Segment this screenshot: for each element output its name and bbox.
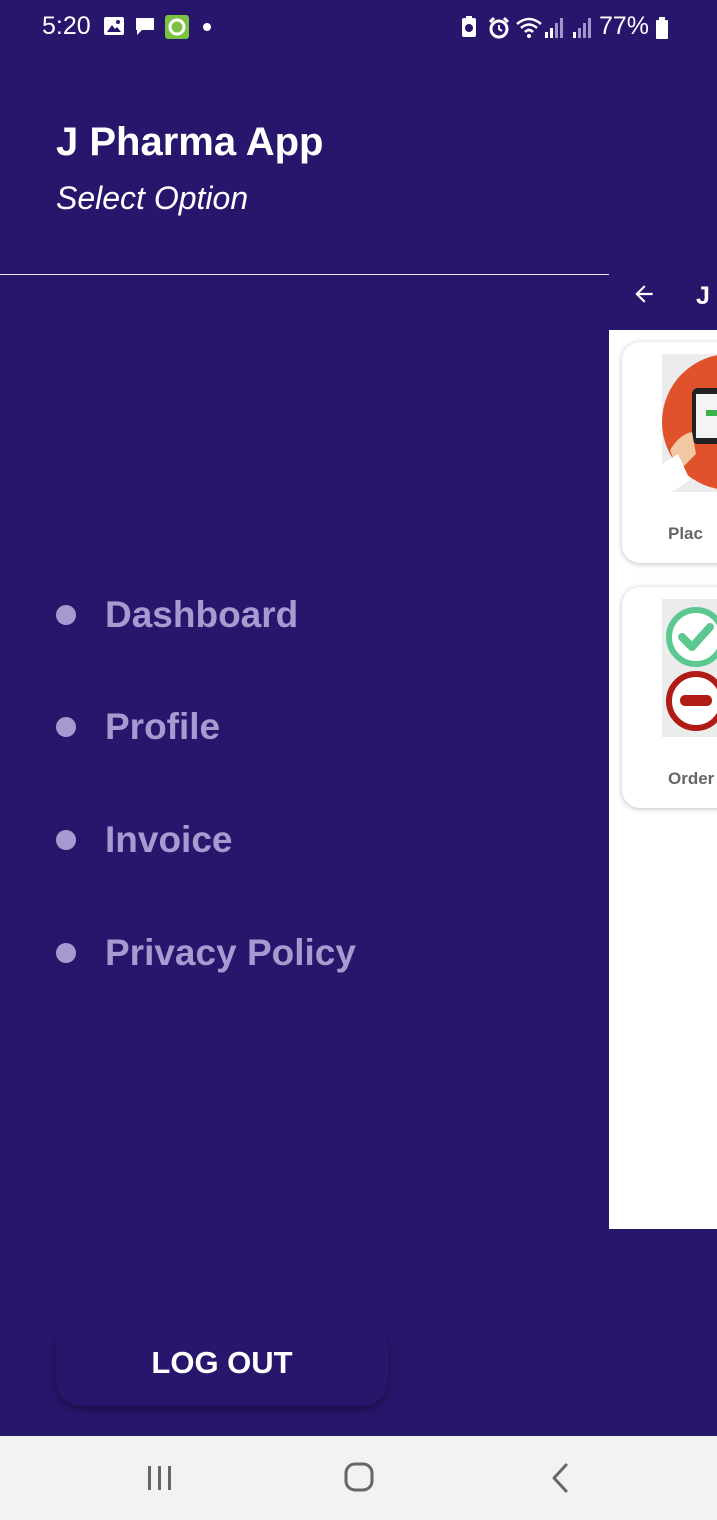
- app-content: Plac Order: [609, 330, 717, 1229]
- gallery-icon: [103, 15, 125, 37]
- signal-icon-2: [571, 16, 593, 38]
- order-status-card[interactable]: Order: [622, 587, 717, 808]
- bullet-icon: [56, 717, 76, 737]
- back-icon[interactable]: [540, 1460, 580, 1496]
- menu-item-profile[interactable]: Profile: [56, 697, 220, 757]
- notification-icons: [103, 15, 218, 39]
- signal-icon: [543, 16, 565, 38]
- menu-item-invoice[interactable]: Invoice: [56, 810, 233, 870]
- menu-item-label: Dashboard: [105, 594, 299, 635]
- bullet-icon: [56, 943, 76, 963]
- battery-percentage: 77%: [598, 12, 649, 40]
- dot-icon: [196, 15, 218, 37]
- drawer-title: J Pharma App: [56, 120, 324, 164]
- menu-item-dashboard[interactable]: Dashboard: [56, 585, 298, 645]
- app-toolbar: J: [609, 264, 717, 330]
- battery-saver-icon: [459, 15, 481, 38]
- drawer-subtitle: Select Option: [56, 180, 249, 216]
- screen: J Plac Order J Pharma App Select Option …: [0, 0, 717, 1520]
- system-nav-bar: [0, 1436, 717, 1520]
- message-icon: [134, 15, 156, 37]
- order-status-label: Order: [668, 769, 715, 788]
- wifi-icon: [515, 16, 542, 38]
- app-title: J: [696, 282, 710, 310]
- bullet-icon: [56, 830, 76, 850]
- arrow-left-icon[interactable]: [631, 281, 657, 314]
- navigation-drawer: J Pharma App Select Option Dashboard Pro…: [0, 0, 609, 1436]
- bullet-icon: [56, 605, 76, 625]
- battery-icon: [655, 16, 677, 39]
- menu-item-label: Invoice: [105, 819, 233, 860]
- menu-item-privacy-policy[interactable]: Privacy Policy: [56, 923, 356, 983]
- logout-button[interactable]: LOG OUT: [56, 1320, 388, 1406]
- recent-apps-icon[interactable]: [140, 1460, 180, 1496]
- alarm-icon: [487, 16, 510, 38]
- phone-order-icon: [662, 354, 717, 492]
- status-time: 5:20: [42, 12, 91, 40]
- place-order-card[interactable]: Plac: [622, 342, 717, 563]
- status-right-icons: 77%: [459, 12, 677, 41]
- menu-item-label: Privacy Policy: [105, 932, 356, 973]
- menu-item-label: Profile: [105, 706, 221, 747]
- status-bar: 5:20 77%: [0, 0, 717, 56]
- place-order-label: Plac: [668, 524, 703, 543]
- home-icon[interactable]: [339, 1460, 379, 1496]
- app-notification-icon: [165, 15, 189, 39]
- order-status-icon: [662, 599, 717, 737]
- app-background: J Plac Order: [609, 0, 717, 1520]
- drawer-divider: [0, 274, 609, 275]
